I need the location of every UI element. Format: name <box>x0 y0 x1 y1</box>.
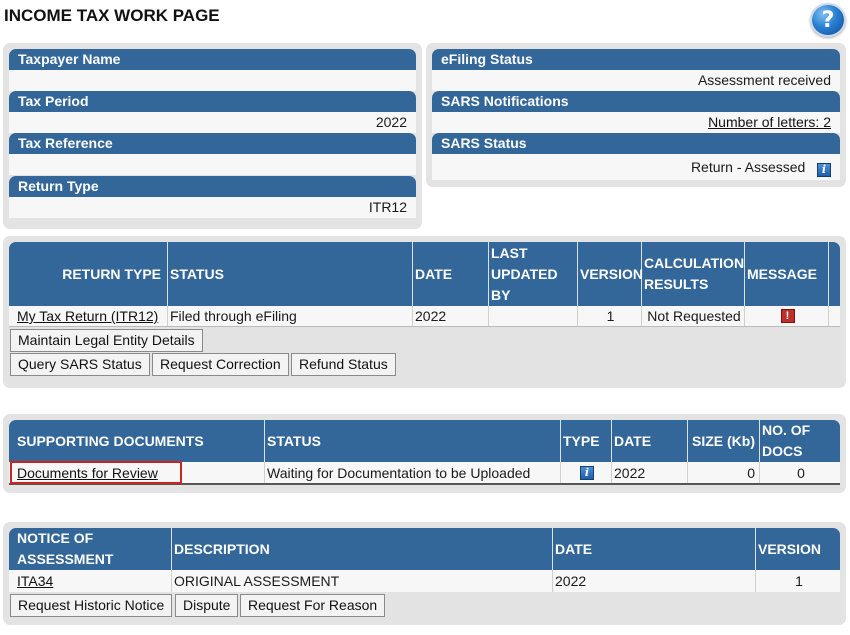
doc-type-cell: i <box>561 462 612 483</box>
return-type-value: ITR12 <box>9 197 416 218</box>
notice-date-cell: 2022 <box>553 570 756 592</box>
col-calculation-results: CALCULATION RESULTS <box>642 242 745 306</box>
taxpayer-name-value <box>9 70 416 91</box>
returns-table-header: RETURN TYPE STATUS DATE LAST UPDATED BY … <box>9 242 840 306</box>
col-date: DATE <box>413 242 489 306</box>
efiling-status-label: eFiling Status <box>432 49 840 70</box>
sars-status-label: SARS Status <box>432 133 840 154</box>
col-supporting-documents: SUPPORTING DOCUMENTS <box>9 420 265 462</box>
col-doc-type: TYPE <box>561 420 612 462</box>
sars-status-value: Return - Assessed <box>690 159 806 175</box>
col-description: DESCRIPTION <box>172 528 553 570</box>
request-for-reason-button[interactable]: Request For Reason <box>240 594 386 617</box>
col-doc-size: SIZE (Kb) <box>688 420 760 462</box>
sars-notifications-row: Number of letters: 2 <box>432 112 840 133</box>
message-cell: ! <box>745 306 829 326</box>
tax-period-label: Tax Period <box>9 91 416 112</box>
version-cell: 1 <box>578 306 642 326</box>
num-docs-cell: 0 <box>797 464 805 481</box>
documents-for-review-highlight <box>10 461 182 484</box>
doc-date-cell: 2022 <box>612 462 688 483</box>
return-type-label: Return Type <box>9 176 416 197</box>
tax-reference-value <box>9 154 416 175</box>
col-doc-date: DATE <box>612 420 688 462</box>
doc-status-cell: Waiting for Documentation to be Uploaded <box>265 462 561 483</box>
col-return-type: RETURN TYPE <box>9 242 168 306</box>
supporting-docs-panel: SUPPORTING DOCUMENTS STATUS TYPE DATE SI… <box>3 414 846 493</box>
request-historic-notice-button[interactable]: Request Historic Notice <box>10 594 173 617</box>
col-notice-date: DATE <box>553 528 756 570</box>
query-sars-status-button[interactable]: Query SARS Status <box>10 353 150 376</box>
refund-status-button[interactable]: Refund Status <box>291 353 396 376</box>
tax-reference-label: Tax Reference <box>9 133 416 154</box>
tax-period-value: 2022 <box>9 112 416 133</box>
date-cell: 2022 <box>413 306 489 326</box>
alert-icon[interactable]: ! <box>780 309 795 323</box>
notice-panel: NOTICE OF ASSESSMENT DESCRIPTION DATE VE… <box>3 522 846 625</box>
last-updated-cell <box>489 306 578 326</box>
col-message: MESSAGE <box>745 242 829 306</box>
help-icon[interactable]: ? <box>810 3 846 37</box>
page-title: INCOME TAX WORK PAGE <box>4 6 220 25</box>
my-tax-return-link[interactable]: My Tax Return (ITR12) <box>17 308 158 324</box>
taxpayer-name-label: Taxpayer Name <box>9 49 416 70</box>
col-doc-status: STATUS <box>265 420 561 462</box>
col-version: VERSION <box>578 242 643 306</box>
status-panel: eFiling Status Assessment received SARS … <box>426 43 846 187</box>
calculation-cell: Not Requested <box>642 306 745 326</box>
sars-notifications-label: SARS Notifications <box>432 91 840 112</box>
col-notice-of-assessment: NOTICE OF ASSESSMENT <box>9 528 172 570</box>
supporting-docs-header: SUPPORTING DOCUMENTS STATUS TYPE DATE SI… <box>9 420 840 462</box>
efiling-status-value: Assessment received <box>432 70 840 91</box>
doc-size-cell: 0 <box>688 462 760 483</box>
notice-cell: ITA34 <box>9 570 172 592</box>
col-last-updated-by: LAST UPDATED BY <box>489 242 578 306</box>
status-cell: Filed through eFiling <box>168 306 413 326</box>
number-of-letters-link[interactable]: Number of letters: 2 <box>708 114 831 130</box>
dispute-button[interactable]: Dispute <box>175 594 239 617</box>
info-icon[interactable]: i <box>580 465 594 480</box>
notice-version-cell: 1 <box>795 573 803 589</box>
table-row: My Tax Return (ITR12) Filed through eFil… <box>9 306 840 327</box>
sars-status-row: Return - Assessed i <box>432 154 840 180</box>
maintain-legal-entity-button[interactable]: Maintain Legal Entity Details <box>10 329 203 352</box>
col-num-docs: NO. OF DOCS <box>762 422 811 459</box>
taxpayer-panel: Taxpayer Name Tax Period 2022 Tax Refere… <box>3 43 422 229</box>
table-row: ITA34 ORIGINAL ASSESSMENT 2022 1 <box>9 570 840 592</box>
notice-table-header: NOTICE OF ASSESSMENT DESCRIPTION DATE VE… <box>9 528 840 570</box>
returns-panel: RETURN TYPE STATUS DATE LAST UPDATED BY … <box>3 236 846 388</box>
info-icon[interactable]: i <box>817 163 831 177</box>
ita34-link[interactable]: ITA34 <box>17 573 53 589</box>
col-status: STATUS <box>168 242 413 306</box>
return-type-cell: My Tax Return (ITR12) <box>9 306 168 326</box>
col-notice-version: VERSION <box>758 540 822 557</box>
description-cell: ORIGINAL ASSESSMENT <box>172 570 553 592</box>
request-correction-button[interactable]: Request Correction <box>152 353 289 376</box>
